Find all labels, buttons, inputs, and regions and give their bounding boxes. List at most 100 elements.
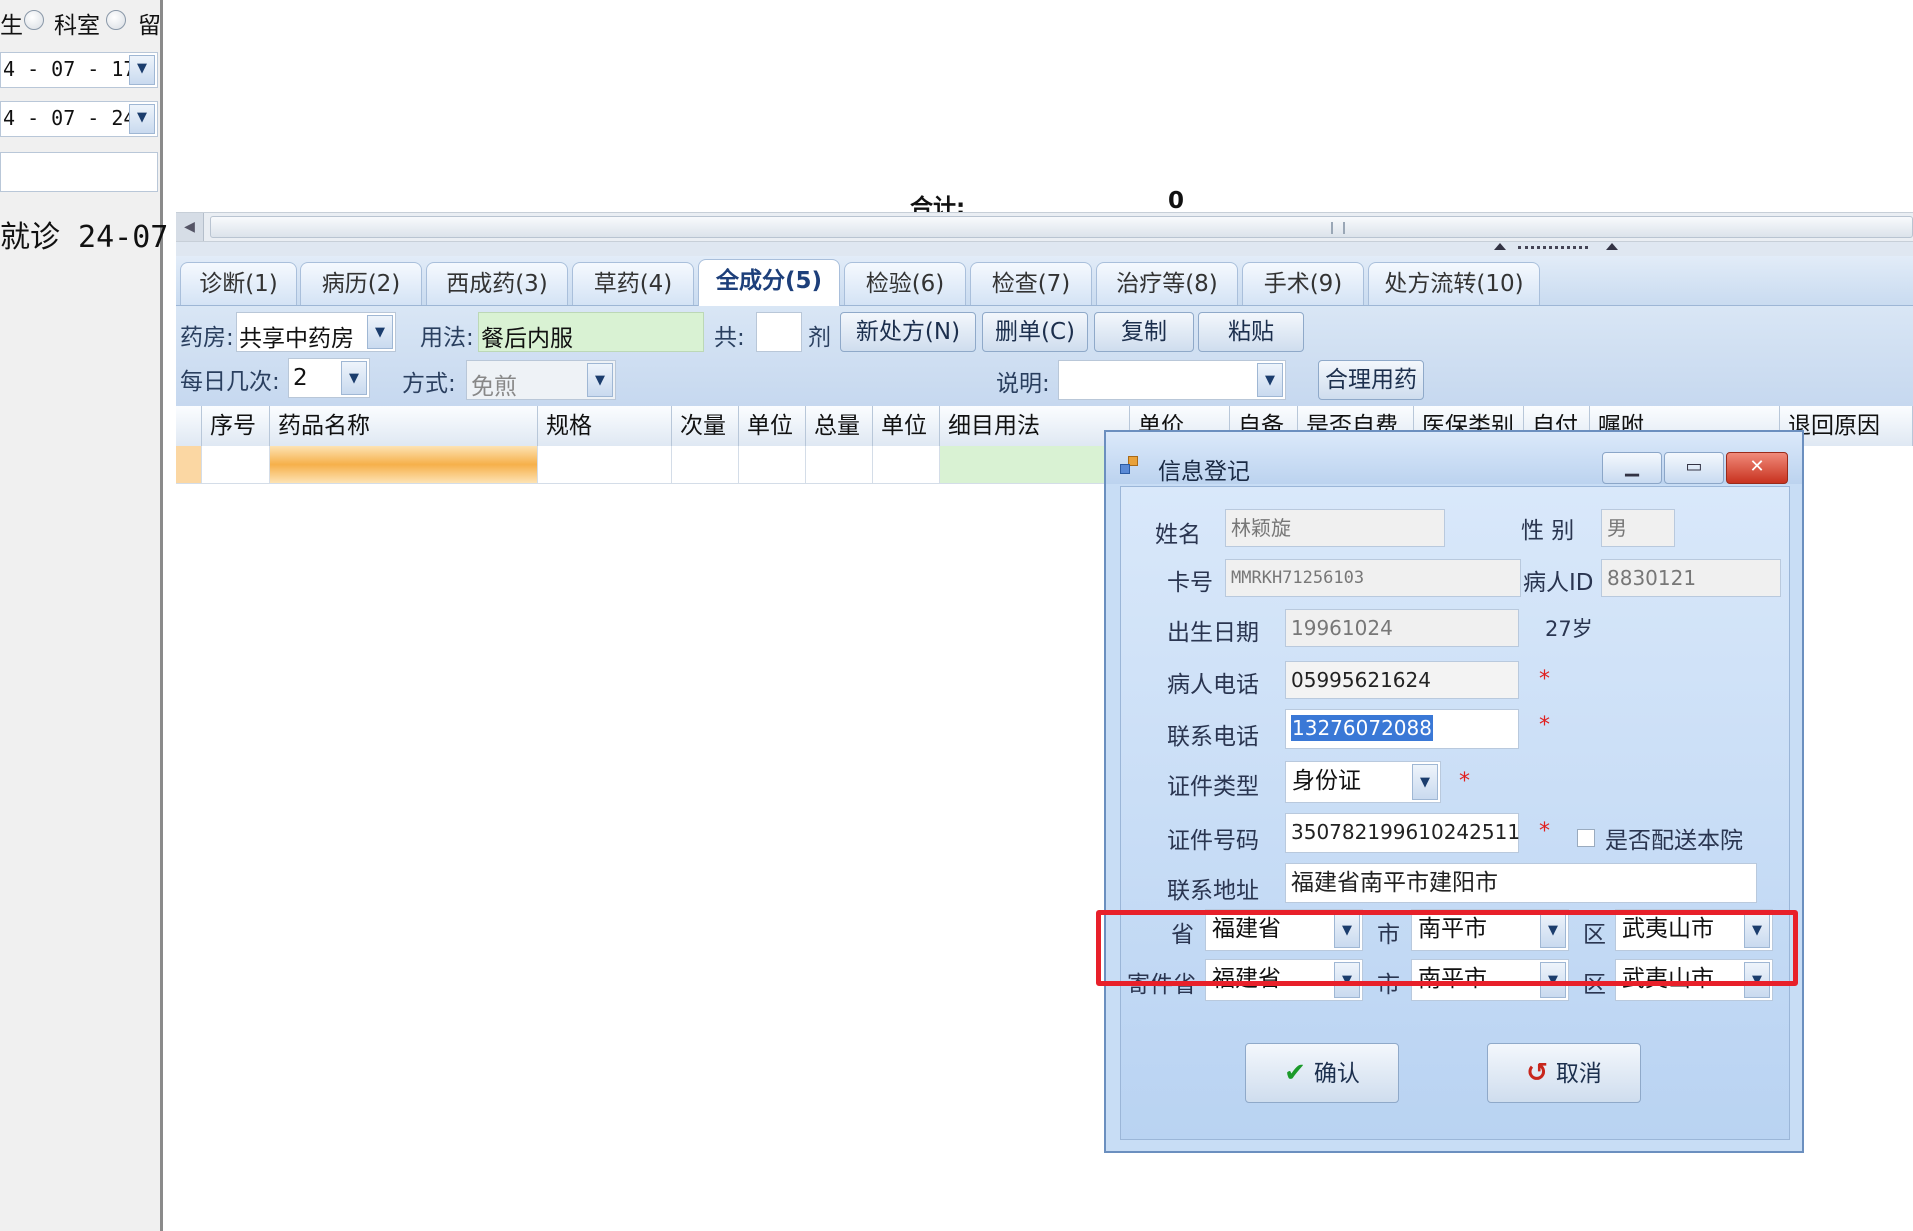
col-header[interactable]: 细目用法: [940, 406, 1130, 446]
col-header[interactable]: 总量: [806, 406, 873, 446]
address-label: 联系地址: [1167, 878, 1259, 904]
col-header[interactable]: 次量: [672, 406, 739, 446]
table-cell[interactable]: [739, 446, 806, 484]
chevron-down-icon[interactable]: ▼: [129, 104, 155, 134]
paste-button[interactable]: 粘贴: [1198, 312, 1304, 352]
col-header[interactable]: 单位: [739, 406, 806, 446]
chevron-down-icon[interactable]: ▼: [1412, 764, 1438, 800]
chevron-down-icon[interactable]: ▼: [367, 315, 393, 349]
copy-button[interactable]: 复制: [1094, 312, 1194, 352]
card-field[interactable]: MMRKH71256103: [1225, 559, 1521, 597]
radio-label-2: 科室: [54, 13, 100, 39]
dose-unit-label: 剂: [808, 325, 831, 351]
chevron-down-icon[interactable]: ▼: [1257, 363, 1283, 397]
maximize-icon[interactable]: ▭: [1664, 452, 1724, 484]
collapse-up-icon[interactable]: [1606, 243, 1618, 250]
splitter-grip-icon: [1518, 246, 1588, 249]
rational-medication-button[interactable]: 合理用药: [1318, 360, 1424, 400]
collapse-up-icon[interactable]: [1494, 243, 1506, 250]
chevron-down-icon[interactable]: ▼: [587, 363, 613, 397]
age-text: 27岁: [1545, 617, 1593, 641]
radio-option-2[interactable]: [106, 10, 126, 30]
left-text-input[interactable]: [0, 152, 158, 192]
tab-diagnosis[interactable]: 诊断(1): [180, 262, 297, 305]
tab-full-composition[interactable]: 全成分(5): [698, 259, 840, 306]
table-cell[interactable]: [806, 446, 873, 484]
tab-surgery[interactable]: 手术(9): [1242, 262, 1364, 305]
tab-prescription-transfer[interactable]: 处方流转(10): [1368, 262, 1540, 305]
dialog-title: 信息登记: [1158, 459, 1250, 485]
table-cell[interactable]: [202, 446, 270, 484]
usage-label: 用法:: [420, 325, 474, 351]
prescription-toolbar: 药房: 共享中药房 ▼ 用法: 餐后内服 共: 剂 新处方(N) 删单(C) 复…: [176, 306, 1913, 406]
splitter-bar[interactable]: [176, 242, 1913, 256]
birth-date-field[interactable]: 19961024: [1285, 609, 1519, 647]
upper-list-area: 合计: 0: [176, 0, 1913, 221]
patient-phone-label: 病人电话: [1167, 672, 1259, 698]
times-per-day-value: 2: [293, 365, 308, 391]
delete-prescription-button[interactable]: 删单(C): [982, 312, 1088, 352]
total-dose-input[interactable]: [756, 312, 802, 352]
date-to-picker[interactable]: 4 - 07 - 24 ▼: [0, 101, 158, 137]
col-header[interactable]: 单位: [873, 406, 940, 446]
tab-treatment[interactable]: 治疗等(8): [1096, 262, 1238, 305]
tab-herbal[interactable]: 草药(4): [572, 262, 694, 305]
method-select[interactable]: 免煎 ▼: [466, 360, 616, 400]
col-header[interactable]: 规格: [538, 406, 672, 446]
patient-id-label: 病人ID: [1523, 570, 1594, 596]
contact-phone-field[interactable]: 13276072088: [1285, 709, 1519, 749]
total-dose-label: 共:: [714, 325, 745, 351]
method-value: 免煎: [471, 374, 517, 400]
cancel-button[interactable]: ↺ 取消: [1487, 1043, 1641, 1103]
address-field[interactable]: 福建省南平市建阳市: [1285, 863, 1757, 903]
table-cell[interactable]: [538, 446, 672, 484]
col-header[interactable]: 序号: [202, 406, 270, 446]
required-mark: *: [1539, 819, 1550, 844]
id-type-label: 证件类型: [1167, 774, 1259, 800]
name-field[interactable]: 林颖旋: [1225, 509, 1445, 547]
chevron-down-icon[interactable]: ▼: [129, 55, 155, 85]
cancel-button-label: 取消: [1555, 1061, 1602, 1087]
id-type-select[interactable]: 身份证 ▼: [1285, 761, 1441, 803]
grip-icon: [1331, 222, 1345, 234]
chevron-down-icon[interactable]: ▼: [341, 361, 367, 395]
dialog-titlebar[interactable]: 信息登记 ▁ ▭ ✕: [1106, 432, 1802, 485]
tab-examination[interactable]: 检查(7): [970, 262, 1092, 305]
col-header[interactable]: 药品名称: [270, 406, 538, 446]
delivery-label: 是否配送本院: [1605, 828, 1743, 854]
scroll-left-icon[interactable]: ◀: [176, 213, 204, 241]
gender-field[interactable]: 男: [1601, 509, 1675, 547]
id-type-value: 身份证: [1292, 768, 1361, 794]
drug-name-cell[interactable]: [270, 446, 538, 484]
scroll-thumb[interactable]: [210, 216, 1913, 238]
tab-western-medicine[interactable]: 西成药(3): [426, 262, 568, 305]
patient-phone-field[interactable]: 05995621624: [1285, 661, 1519, 699]
usage-detail-cell[interactable]: [940, 446, 1130, 484]
date-from-picker[interactable]: 4 - 07 - 17 ▼: [0, 52, 158, 88]
horizontal-scrollbar[interactable]: ◀: [176, 212, 1913, 242]
delivery-checkbox[interactable]: [1577, 829, 1595, 847]
table-cell[interactable]: [873, 446, 940, 484]
id-number-field[interactable]: 350782199610242511: [1285, 813, 1520, 853]
pharmacy-select[interactable]: 共享中药房 ▼: [236, 312, 396, 352]
new-prescription-button[interactable]: 新处方(N): [840, 312, 976, 352]
radio-label-3: 留: [138, 13, 161, 39]
method-label: 方式:: [402, 371, 456, 397]
tab-medical-record[interactable]: 病历(2): [300, 262, 422, 305]
dialog-form: 姓名 林颖旋 性 别 男 卡号 MMRKH71256103 病人ID 88301…: [1120, 486, 1790, 1140]
table-cell[interactable]: [672, 446, 739, 484]
close-icon[interactable]: ✕: [1726, 452, 1788, 484]
patient-id-field[interactable]: 8830121: [1601, 559, 1781, 597]
row-selector[interactable]: [176, 446, 202, 484]
tab-lab-test[interactable]: 检验(6): [844, 262, 966, 305]
confirm-button-label: 确认: [1313, 1061, 1360, 1087]
minimize-icon[interactable]: ▁: [1602, 452, 1662, 484]
row-selector-header: [176, 406, 202, 446]
date-from-value: 4 - 07 - 17: [3, 57, 136, 81]
usage-input[interactable]: 餐后内服: [478, 312, 704, 352]
radio-option-1[interactable]: [24, 10, 44, 30]
pharmacy-value: 共享中药房: [239, 326, 354, 352]
note-select[interactable]: ▼: [1058, 360, 1286, 400]
confirm-button[interactable]: ✔ 确认: [1245, 1043, 1399, 1103]
times-per-day-select[interactable]: 2 ▼: [288, 358, 370, 398]
